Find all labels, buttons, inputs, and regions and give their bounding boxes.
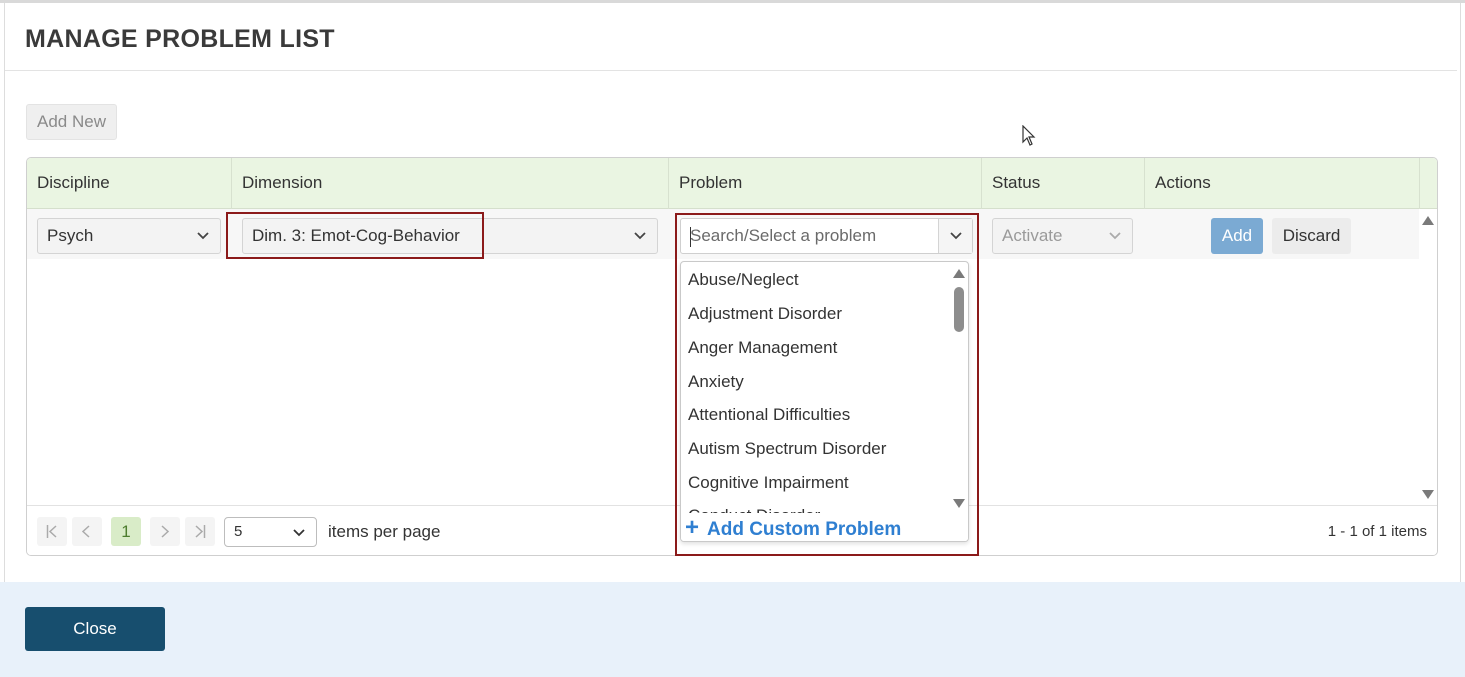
problem-dropdown-toggle[interactable] [938,219,972,253]
page-size-dropdown[interactable]: 5 [224,517,317,547]
dialog-footer [0,582,1465,677]
previous-page-button[interactable] [72,517,102,546]
column-header-discipline[interactable]: Discipline [27,158,232,209]
dimension-value: Dim. 3: Emot-Cog-Behavior [252,226,460,245]
current-page-button[interactable]: 1 [111,517,141,546]
problem-search-input[interactable] [681,219,937,253]
discard-row-button[interactable]: Discard [1272,218,1351,254]
problem-option[interactable]: Abuse/Neglect [688,265,799,295]
discipline-dropdown[interactable]: Psych [37,218,221,254]
problem-options-list: Abuse/Neglect Adjustment Disorder Anger … [681,262,949,513]
scrollbar-thumb[interactable] [954,287,964,332]
close-button[interactable]: Close [25,607,165,651]
first-page-button[interactable] [37,517,67,546]
problem-option[interactable]: Anger Management [688,333,837,363]
items-per-page-label: items per page [328,522,441,541]
next-page-button[interactable] [150,517,180,546]
discipline-value: Psych [47,226,94,245]
scroll-down-arrow-icon[interactable] [953,499,965,508]
grid-scrollbar[interactable] [1419,209,1437,505]
problem-option[interactable]: Anxiety [688,367,744,397]
chevron-down-icon [293,529,305,537]
first-page-icon [46,525,57,538]
scroll-up-arrow-icon[interactable] [953,269,965,278]
chevron-down-icon [197,232,209,240]
column-header-problem[interactable]: Problem [669,158,982,209]
status-value: Activate [1002,226,1063,245]
add-custom-problem-label: Add Custom Problem [707,519,902,540]
chevron-right-icon [161,525,170,538]
column-header-status[interactable]: Status [982,158,1145,209]
scroll-up-arrow-icon[interactable] [1422,216,1434,225]
mouse-pointer-icon [1022,125,1036,146]
status-dropdown[interactable]: Activate [992,218,1133,254]
edit-row: Psych Dim. 3: Emot-Cog-Behavior Activate… [27,209,1419,259]
chevron-down-icon [950,232,962,240]
title-divider [5,70,1457,71]
add-custom-problem-link[interactable]: + Add Custom Problem [685,514,902,541]
scroll-down-arrow-icon[interactable] [1422,490,1434,499]
add-new-button[interactable]: Add New [26,104,117,140]
text-caret [690,227,691,247]
chevron-down-icon [1109,232,1121,240]
plus-icon: + [685,514,700,541]
problem-option[interactable]: Adjustment Disorder [688,299,842,329]
problem-option[interactable]: Conduct Disorder [688,501,820,513]
chevron-left-icon [81,525,90,538]
grid-header: Discipline Dimension Problem Status Acti… [27,158,1437,209]
last-page-icon [195,525,206,538]
popup-footer: + Add Custom Problem [681,513,968,541]
page-size-value: 5 [234,523,243,540]
chevron-down-icon [634,232,646,240]
problem-option[interactable]: Autism Spectrum Disorder [688,434,886,464]
problem-dropdown-popup: Abuse/Neglect Adjustment Disorder Anger … [680,261,969,542]
dialog-title: MANAGE PROBLEM LIST [25,25,335,53]
problem-list-scrollbar[interactable] [950,262,968,513]
problem-option[interactable]: Attentional Difficulties [688,400,850,430]
column-header-dimension[interactable]: Dimension [232,158,669,209]
last-page-button[interactable] [185,517,215,546]
dimension-dropdown[interactable]: Dim. 3: Emot-Cog-Behavior [242,218,658,254]
column-header-actions: Actions [1145,158,1420,209]
pager-info: 1 - 1 of 1 items [1327,523,1427,540]
problem-combobox[interactable] [680,218,973,254]
add-row-button[interactable]: Add [1211,218,1263,254]
problem-option[interactable]: Cognitive Impairment [688,468,849,498]
